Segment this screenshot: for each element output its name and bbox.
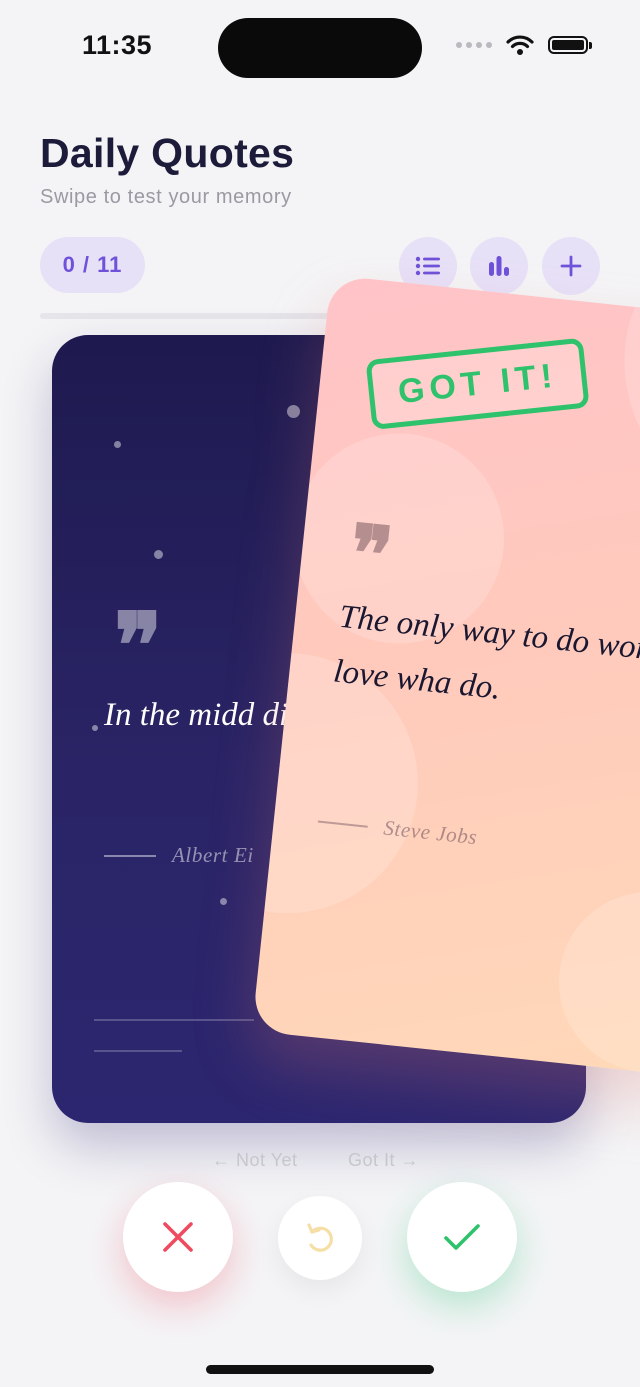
list-icon: [415, 256, 440, 276]
add-quote-button[interactable]: [542, 237, 600, 295]
undo-icon: [307, 1223, 333, 1252]
star-decoration: [220, 898, 227, 905]
star-decoration: [92, 725, 98, 731]
plus-icon: [560, 255, 582, 277]
status-time: 11:35: [82, 30, 153, 60]
decorative-line: [94, 1050, 182, 1052]
author-divider: [104, 854, 156, 857]
decorative-line: [94, 1019, 254, 1021]
got-it-stamp: GOT IT!: [365, 337, 590, 431]
status-icons: [456, 34, 592, 56]
author-name: Albert Ei: [172, 843, 254, 867]
progress-counter: 0 / 11: [40, 237, 145, 293]
star-decoration: [287, 405, 300, 418]
bar-chart-icon: [489, 256, 509, 276]
swipe-hints: ← Not Yet Got It →: [0, 1150, 640, 1176]
bubble-decoration: [609, 274, 640, 527]
undo-button[interactable]: [278, 1196, 362, 1280]
stats-button[interactable]: [470, 237, 528, 295]
quote-author: Albert Ei: [104, 843, 254, 868]
quote-mark-icon: ❞: [345, 507, 397, 603]
not-yet-button[interactable]: [123, 1182, 233, 1292]
star-decoration: [154, 550, 163, 559]
page-subtitle: Swipe to test your memory: [40, 186, 292, 208]
got-it-button[interactable]: [407, 1182, 517, 1292]
author-divider: [317, 820, 368, 828]
hint-got-it: Got It →: [348, 1150, 420, 1170]
dynamic-island: [218, 18, 422, 78]
x-icon: [163, 1222, 193, 1252]
home-indicator: [206, 1365, 434, 1374]
check-icon: [444, 1224, 480, 1250]
bubble-decoration: [550, 883, 640, 1081]
wifi-icon: [506, 35, 534, 55]
hint-not-yet: ← Not Yet: [212, 1150, 298, 1170]
signal-icon: [456, 42, 492, 48]
star-decoration: [114, 441, 121, 448]
quote-mark-icon: ❞: [114, 593, 163, 699]
battery-icon: [548, 36, 592, 54]
page-title: Daily Quotes: [40, 130, 295, 176]
status-bar: 11:35: [0, 0, 640, 96]
